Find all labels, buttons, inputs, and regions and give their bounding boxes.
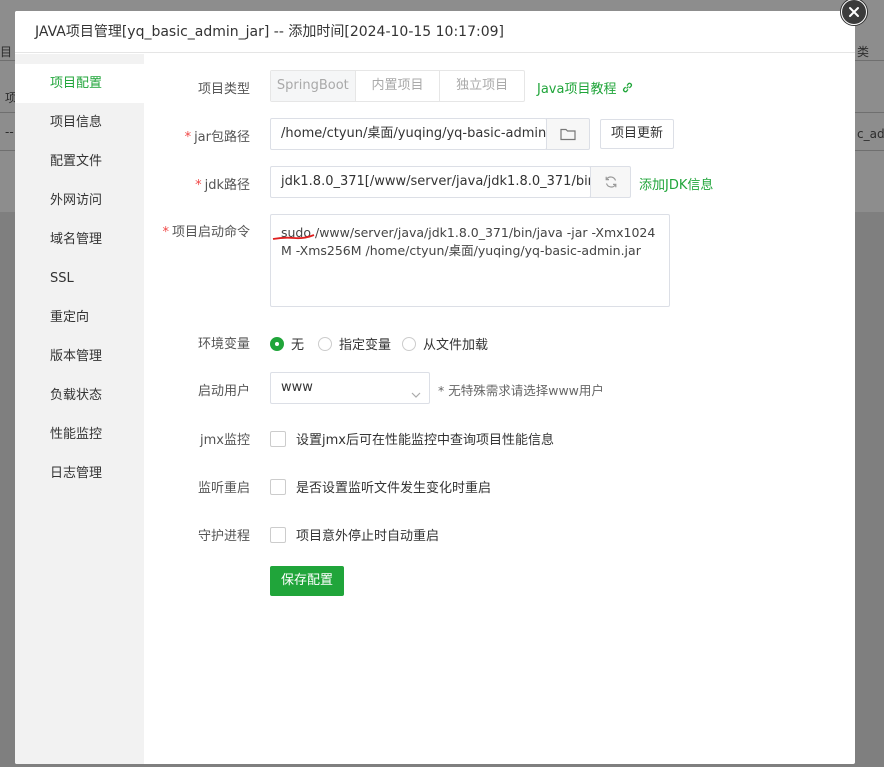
start-command-textarea[interactable]: sudo /www/server/java/jdk1.8.0_371/bin/j… <box>270 214 670 307</box>
sidebar-item-project-info[interactable]: 项目信息 <box>15 103 144 142</box>
background-text: 类 <box>857 45 870 59</box>
project-type-springboot[interactable]: SpringBoot <box>271 71 356 101</box>
background-text: c_adr <box>857 127 884 141</box>
radio-icon-checked <box>270 336 284 351</box>
save-config-button[interactable]: 保存配置 <box>270 566 344 596</box>
run-user-hint: * 无特殊需求请选择www用户 <box>438 383 604 398</box>
env-option-none-label: 无 <box>291 338 305 353</box>
background-text: 目 <box>0 45 13 59</box>
env-option-specified[interactable]: 指定变量 <box>318 334 391 353</box>
required-mark: * <box>184 130 192 145</box>
jdk-refresh-button[interactable] <box>590 166 631 198</box>
project-type-label: 项目类型 <box>197 82 250 97</box>
sidebar-item-external-access[interactable]: 外网访问 <box>15 181 144 220</box>
sidebar-item-ssl[interactable]: SSL <box>15 259 144 298</box>
watch-restart-checkbox[interactable]: 是否设置监听文件发生变化时重启 <box>270 477 491 496</box>
project-type-standalone[interactable]: 独立项目 <box>440 71 524 101</box>
start-command-label-text: 项目启动命令 <box>171 225 250 240</box>
env-option-file[interactable]: 从文件加载 <box>402 334 488 353</box>
sidebar-item-domain[interactable]: 域名管理 <box>15 220 144 259</box>
folder-icon <box>560 127 576 141</box>
jdk-path-select[interactable]: jdk1.8.0_371[/www/server/java/jdk1.8.0_3… <box>270 166 591 198</box>
sidebar-item-performance[interactable]: 性能监控 <box>15 415 144 454</box>
jar-path-label: * jar包路径 <box>130 126 250 145</box>
daemon-checkbox-label: 项目意外停止时自动重启 <box>296 529 440 544</box>
chevron-down-icon <box>411 382 421 412</box>
link-icon <box>621 81 634 94</box>
run-user-label: 启动用户 <box>197 384 250 399</box>
jar-path-input[interactable]: /home/ctyun/桌面/yuqing/yq-basic-admin.jar <box>270 118 547 150</box>
env-option-specified-label: 指定变量 <box>339 338 392 353</box>
jmx-checkbox[interactable]: 设置jmx后可在性能监控中查询项目性能信息 <box>270 429 554 448</box>
radio-icon <box>318 336 332 351</box>
jar-path-label-text: jar包路径 <box>194 130 250 145</box>
watch-restart-label: 监听重启 <box>197 481 250 496</box>
run-user-select[interactable]: www <box>270 372 430 404</box>
daemon-checkbox[interactable]: 项目意外停止时自动重启 <box>270 525 439 544</box>
daemon-label: 守护进程 <box>197 529 250 544</box>
annotation-underline <box>272 234 315 240</box>
java-project-dialog: JAVA项目管理[yq_basic_admin_jar] -- 添加时间[202… <box>15 11 855 764</box>
background-text: -- <box>5 125 14 139</box>
radio-icon <box>402 336 416 351</box>
sidebar-item-load-status[interactable]: 负载状态 <box>15 376 144 415</box>
close-icon <box>842 0 866 24</box>
sidebar-item-redirect[interactable]: 重定向 <box>15 298 144 337</box>
jmx-checkbox-label: 设置jmx后可在性能监控中查询项目性能信息 <box>296 433 554 448</box>
sidebar-item-project-config[interactable]: 项目配置 <box>15 64 144 103</box>
java-tutorial-link[interactable]: Java项目教程 <box>537 78 634 97</box>
add-jdk-link[interactable]: 添加JDK信息 <box>639 174 713 193</box>
start-command-label: * 项目启动命令 <box>130 221 250 240</box>
required-mark: * <box>162 225 169 240</box>
refresh-icon <box>604 175 618 189</box>
sidebar-item-config-file[interactable]: 配置文件 <box>15 142 144 181</box>
run-user-value: www <box>281 380 313 395</box>
project-update-button[interactable]: 项目更新 <box>600 119 674 149</box>
checkbox-box <box>270 478 286 495</box>
required-mark: * <box>195 178 202 193</box>
project-type-segmented: SpringBoot 内置项目 独立项目 <box>270 70 525 102</box>
sidebar-item-logs[interactable]: 日志管理 <box>15 454 144 493</box>
java-tutorial-link-label: Java项目教程 <box>537 82 617 97</box>
project-type-builtin[interactable]: 内置项目 <box>356 71 441 101</box>
watch-restart-checkbox-label: 是否设置监听文件发生变化时重启 <box>296 481 492 496</box>
jdk-path-label-text: jdk路径 <box>204 178 250 193</box>
dialog-title: JAVA项目管理[yq_basic_admin_jar] -- 添加时间[202… <box>15 11 855 53</box>
jmx-label: jmx监控 <box>200 433 250 448</box>
checkbox-box <box>270 430 286 447</box>
env-option-file-label: 从文件加载 <box>423 338 489 353</box>
env-option-none[interactable]: 无 <box>270 334 304 353</box>
dialog-sidebar: 项目配置 项目信息 配置文件 外网访问 域名管理 SSL 重定向 版本管理 负载… <box>15 54 144 764</box>
jdk-path-label: * jdk路径 <box>130 174 250 193</box>
env-label: 环境变量 <box>197 337 250 352</box>
checkbox-box <box>270 526 286 543</box>
sidebar-item-version[interactable]: 版本管理 <box>15 337 144 376</box>
jar-path-browse-button[interactable] <box>546 118 590 150</box>
